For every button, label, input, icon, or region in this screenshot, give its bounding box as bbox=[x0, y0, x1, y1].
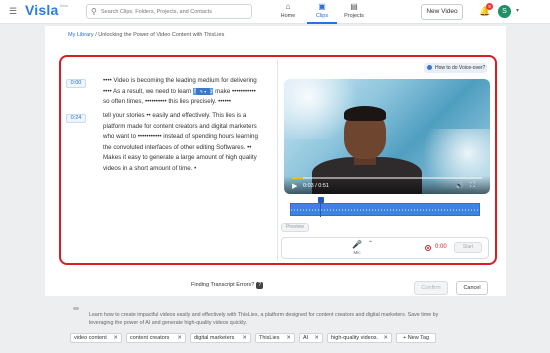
logo[interactable]: Visla bbox=[25, 2, 58, 18]
start-recording-button[interactable]: Start bbox=[454, 242, 482, 253]
search-icon: ⚲ bbox=[91, 7, 97, 16]
tag-label: video content bbox=[74, 335, 107, 341]
segment-timestamp[interactable]: 0:24 bbox=[66, 114, 86, 123]
notification-badge: 9 bbox=[486, 3, 493, 10]
scroll-indicator bbox=[73, 307, 79, 310]
nav-home[interactable]: ⌂ Home bbox=[273, 2, 303, 22]
tag-label: AI bbox=[303, 335, 309, 341]
active-nav-indicator bbox=[307, 22, 337, 24]
chevron-down-icon[interactable]: ▾ bbox=[516, 7, 519, 14]
transcript-segment[interactable]: tell your stories •• easily and effectiv… bbox=[103, 111, 263, 174]
fullscreen-icon[interactable]: ⛶ bbox=[470, 182, 475, 190]
finding-errors-label: Finding Transcript Errors? bbox=[191, 282, 255, 288]
finding-errors-link[interactable]: Finding Transcript Errors?? bbox=[191, 282, 264, 289]
mic-icon[interactable]: 🎤 bbox=[352, 240, 362, 249]
video-description[interactable]: Learn how to create impactful videos eas… bbox=[89, 311, 439, 327]
tag-label: ThisLies bbox=[259, 335, 280, 341]
breadcrumb-my-library[interactable]: My Library bbox=[68, 32, 94, 38]
transcript-segment[interactable]: •••• Video is becoming the leading mediu… bbox=[103, 76, 263, 108]
breadcrumb-current: Unlocking the Power of Video Content wit… bbox=[98, 32, 225, 38]
close-icon[interactable]: ✕ bbox=[314, 334, 319, 342]
tag-label: content creators bbox=[130, 335, 170, 341]
close-icon[interactable]: ✕ bbox=[113, 334, 118, 342]
help-icon[interactable]: ? bbox=[256, 282, 264, 289]
volume-icon[interactable]: 🔊 bbox=[455, 182, 464, 190]
tag-label: digital marketers bbox=[194, 335, 235, 341]
logo-beta-label: beta bbox=[60, 3, 68, 8]
playhead-line bbox=[320, 203, 322, 217]
search-box[interactable]: ⚲ bbox=[86, 4, 252, 19]
tag-chip[interactable]: content creators ✕ bbox=[126, 333, 186, 343]
mic-label: Mic bbox=[353, 250, 361, 255]
search-input[interactable] bbox=[101, 6, 249, 17]
menu-icon[interactable]: ☰ bbox=[9, 7, 19, 16]
confirm-button[interactable]: Confirm bbox=[414, 281, 448, 295]
timeline-playhead[interactable] bbox=[318, 197, 325, 217]
playhead-handle[interactable] bbox=[318, 197, 325, 203]
video-progress-bar[interactable] bbox=[292, 177, 482, 179]
tag-label: high-quality videos. bbox=[331, 335, 379, 341]
close-icon[interactable]: ✕ bbox=[383, 334, 388, 342]
nav-projects-label: Projects bbox=[344, 13, 364, 19]
home-icon: ⌂ bbox=[285, 2, 291, 11]
new-video-button[interactable]: New Video bbox=[421, 4, 463, 20]
tag-chip[interactable]: ThisLies ✕ bbox=[255, 333, 295, 343]
chevron-up-icon[interactable]: ⌃ bbox=[368, 240, 373, 247]
close-icon[interactable]: ✕ bbox=[286, 334, 291, 342]
nav-clips-label: Clips bbox=[315, 13, 329, 19]
breadcrumb-separator: / bbox=[95, 32, 97, 38]
preview-button[interactable]: Preview bbox=[281, 223, 309, 232]
how-to-label: How to do Voice-over? bbox=[435, 65, 486, 71]
breadcrumb: My Library / Unlocking the Power of Vide… bbox=[68, 32, 224, 38]
projects-icon: ▤ bbox=[350, 2, 358, 11]
nav-projects[interactable]: ▤ Projects bbox=[339, 2, 369, 22]
close-icon[interactable]: ✕ bbox=[242, 334, 247, 342]
video-time: 0:03 / 0:51 bbox=[303, 183, 329, 189]
tag-chip[interactable]: video content ✕ bbox=[70, 333, 122, 343]
segment-timestamp[interactable]: 0:00 bbox=[66, 79, 86, 88]
nav-home-label: Home bbox=[280, 13, 296, 19]
tag-chip[interactable]: AI ✕ bbox=[299, 333, 323, 343]
close-icon[interactable]: ✕ bbox=[177, 334, 182, 342]
new-tag-button[interactable]: + New Tag bbox=[396, 333, 436, 343]
top-bar: ☰ Visla beta ⚲ ⌂ Home ▣ Clips ▤ Projects… bbox=[0, 0, 550, 24]
tag-chip[interactable]: high-quality videos. ✕ bbox=[327, 333, 392, 343]
word-edit-toolbar[interactable]: ✎ ▾ bbox=[196, 88, 210, 95]
play-icon[interactable]: ▶ bbox=[292, 182, 297, 190]
pane-divider bbox=[277, 60, 278, 260]
speaker-hair bbox=[344, 106, 386, 121]
tag-chip[interactable]: digital marketers ✕ bbox=[190, 333, 251, 343]
clips-icon: ▣ bbox=[318, 2, 326, 11]
avatar[interactable]: S bbox=[498, 5, 511, 18]
record-indicator-icon bbox=[425, 245, 431, 251]
video-progress-fill bbox=[292, 177, 304, 179]
how-to-voiceover-link[interactable]: How to do Voice-over? bbox=[424, 63, 487, 73]
cancel-button[interactable]: Cancel bbox=[456, 281, 488, 295]
record-time: 0:00 bbox=[435, 244, 447, 250]
help-icon bbox=[427, 65, 432, 71]
nav-clips[interactable]: ▣ Clips bbox=[307, 2, 337, 22]
